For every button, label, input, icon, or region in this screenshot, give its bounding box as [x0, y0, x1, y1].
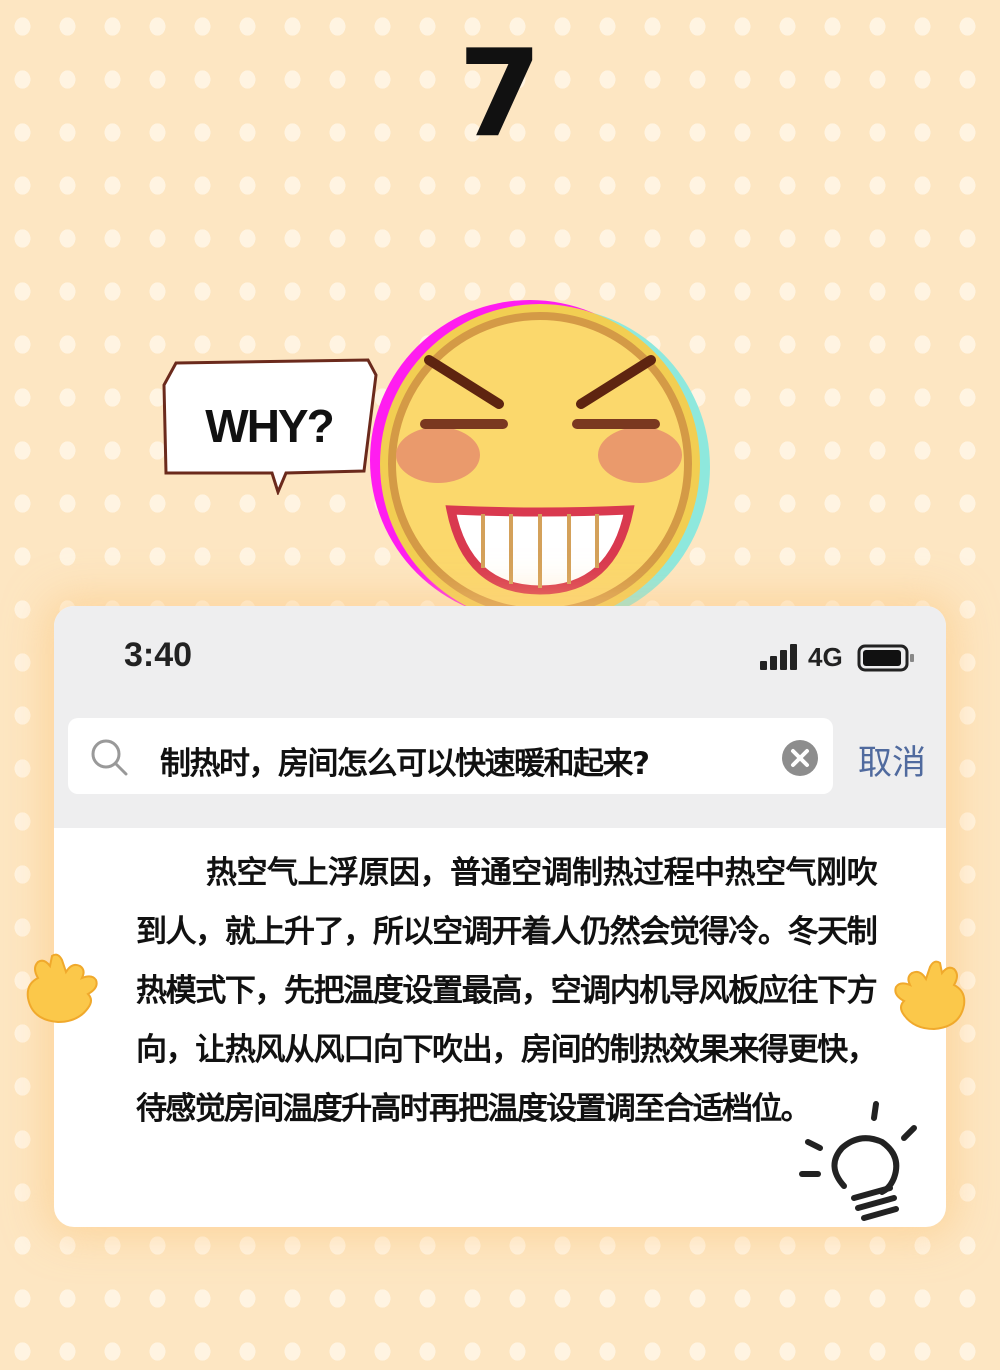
speech-bubble-icon: WHY? [158, 355, 380, 495]
grinning-emoji-icon [365, 300, 725, 645]
search-query: 制热时，房间怎么可以快速暖和起来? [160, 746, 650, 782]
search-icon [91, 739, 128, 776]
lightbulb-icon [799, 1101, 917, 1221]
page-number: 7 [458, 25, 542, 164]
hand-left-icon [26, 953, 98, 1024]
battery-icon [857, 644, 914, 672]
clear-icon[interactable] [781, 739, 819, 777]
search-input[interactable]: 制热时，房间怎么可以快速暖和起来? [68, 718, 833, 794]
network-type: 4G [808, 642, 843, 672]
signal-icon [760, 644, 797, 670]
speech-bubble-text: WHY? [205, 400, 334, 452]
status-time: 3:40 [124, 636, 193, 674]
answer-text: 热空气上浮原因，普通空调制热过程中热空气刚吹到人，就上升了，所以空调开着人仍然会… [136, 855, 878, 1127]
hand-right-icon [894, 960, 966, 1031]
cancel-button[interactable]: 取消 [858, 735, 926, 784]
search-row: 制热时，房间怎么可以快速暖和起来? 取消 [54, 698, 946, 828]
